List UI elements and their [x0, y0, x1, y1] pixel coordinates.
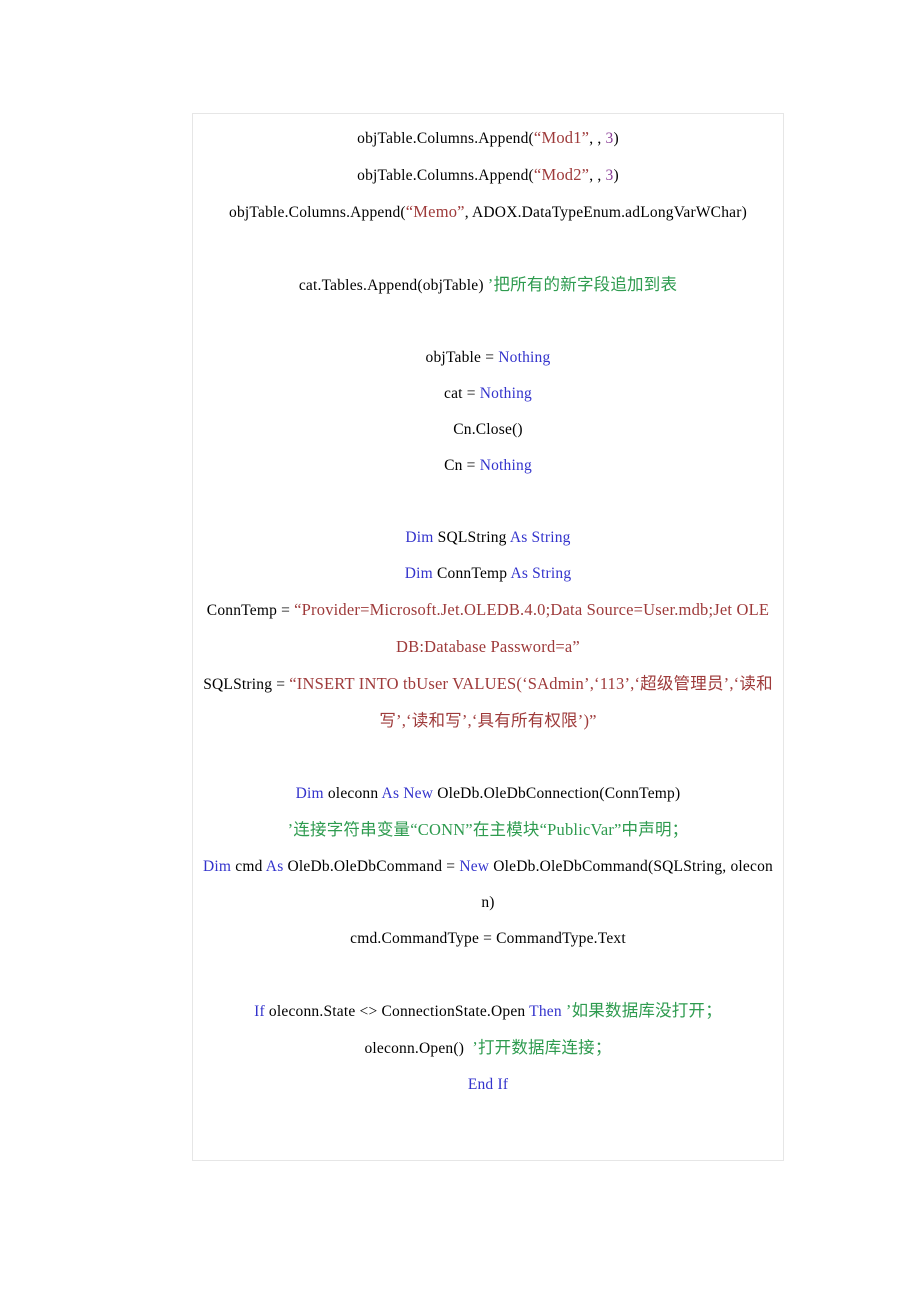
line-append-mod1: objTable.Columns.Append(“Mod1”, , 3): [201, 120, 775, 157]
code-token-plain: , ADOX.DataTypeEnum.adLongVarWChar): [464, 204, 747, 221]
code-token-plain: ): [613, 167, 619, 184]
code-token-plain: SQLString =: [203, 676, 290, 693]
code-token-plain: oleconn: [323, 785, 382, 802]
code-token-keyword: Nothing: [479, 457, 532, 474]
code-token-plain: objTable.Columns.Append(: [229, 204, 406, 221]
line-conntemp-assign: ConnTemp = “Provider=Microsoft.Jet.OLEDB…: [201, 592, 775, 666]
line-dim-cmd: Dim cmd As OleDb.OleDbCommand = New OleD…: [201, 849, 775, 921]
code-token-plain: Cn.Close(): [453, 421, 523, 438]
line-append-mod2: objTable.Columns.Append(“Mod2”, , 3): [201, 157, 775, 194]
code-token-keyword: Dim: [405, 529, 434, 546]
code-token-plain: OleDb.OleDbCommand =: [283, 858, 460, 875]
code-token-plain: cat =: [444, 385, 480, 402]
line-append-memo: objTable.Columns.Append(“Memo”, ADOX.Dat…: [201, 194, 775, 231]
code-token-keyword: New: [459, 858, 490, 875]
line-cn-close: Cn.Close(): [201, 412, 775, 448]
code-token-plain: objTable =: [425, 349, 499, 366]
code-token-plain: Cn =: [444, 457, 480, 474]
code-token-plain: oleconn.Open(): [364, 1040, 473, 1057]
code-token-keyword: Nothing: [479, 385, 532, 402]
code-token-string: “Provider=Microsoft.Jet.OLEDB.4.0;Data S…: [294, 600, 770, 656]
code-token-plain: SQLString: [433, 529, 510, 546]
code-token-keyword: Dim: [203, 858, 232, 875]
code-token-plain: cat.Tables.Append(objTable): [298, 277, 488, 294]
code-token-plain: ConnTemp =: [206, 602, 295, 619]
code-token-comment: ’如果数据库没打开；: [565, 1001, 722, 1020]
code-token-string: “Mod1”: [533, 128, 590, 147]
line-tables-append: cat.Tables.Append(objTable) ’把所有的新字段追加到表: [201, 267, 775, 304]
code-token-plain: ConnTemp: [432, 565, 511, 582]
code-token-plain: objTable.Columns.Append(: [357, 130, 534, 147]
line-dim-sqlstring: Dim SQLString As String: [201, 520, 775, 556]
line-sqlstring-assign: SQLString = “INSERT INTO tbUser VALUES(‘…: [201, 666, 775, 740]
code-token-keyword: Then: [529, 1003, 562, 1020]
code-token-plain: oleconn.State <> ConnectionState.Open: [264, 1003, 530, 1020]
code-token-plain: ): [613, 130, 619, 147]
line-dim-oleconn: Dim oleconn As New OleDb.OleDbConnection…: [201, 776, 775, 812]
code-token-keyword: Dim: [404, 565, 433, 582]
code-token-plain: , ,: [589, 167, 606, 184]
code-token-keyword: As New: [381, 785, 434, 802]
code-token-comment: ’连接字符串变量“CONN”在主模块“PublicVar”中声明；: [287, 820, 689, 839]
code-listing-body: objTable.Columns.Append(“Mod1”, , 3) objT…: [193, 114, 783, 1160]
code-token-keyword: Nothing: [498, 349, 551, 366]
line-dim-conntemp: Dim ConnTemp As String: [201, 556, 775, 592]
code-token-plain: OleDb.OleDbConnection(ConnTemp): [433, 785, 681, 802]
code-token-keyword: End If: [467, 1076, 509, 1093]
code-token-plain: OleDb.OleDbCommand(SQLString, oleconn): [481, 858, 773, 911]
code-token-string: “Mod2”: [533, 165, 590, 184]
code-token-comment: ’打开数据库连接；: [472, 1038, 612, 1057]
line-objtable-nothing: objTable = Nothing: [201, 340, 775, 376]
code-token-string: “INSERT INTO tbUser VALUES(‘SAdmin’,‘113…: [289, 674, 773, 730]
code-token-keyword: As String: [510, 565, 572, 582]
code-token-string: “Memo”: [405, 202, 465, 221]
document-page: objTable.Columns.Append(“Mod1”, , 3) objT…: [0, 0, 920, 1302]
code-token-keyword: Dim: [295, 785, 324, 802]
code-token-plain: , ,: [589, 130, 606, 147]
code-token-keyword: As String: [509, 529, 571, 546]
code-token-plain: cmd.CommandType = CommandType.Text: [350, 930, 626, 947]
line-cn-nothing: Cn = Nothing: [201, 448, 775, 484]
line-end-if: End If: [201, 1067, 775, 1103]
code-token-comment: ’把所有的新字段追加到表: [487, 275, 678, 294]
line-cmd-commandtype: cmd.CommandType = CommandType.Text: [201, 921, 775, 957]
line-if-state: If oleconn.State <> ConnectionState.Open…: [201, 993, 775, 1030]
code-token-keyword: As: [265, 858, 284, 875]
line-oleconn-open: oleconn.Open() ’打开数据库连接；: [201, 1030, 775, 1067]
code-token-keyword: If: [254, 1003, 265, 1020]
code-token-plain: cmd: [231, 858, 266, 875]
line-cat-nothing: cat = Nothing: [201, 376, 775, 412]
line-comment-conn: ’连接字符串变量“CONN”在主模块“PublicVar”中声明；: [201, 812, 775, 849]
code-token-plain: objTable.Columns.Append(: [357, 167, 534, 184]
code-listing-frame: objTable.Columns.Append(“Mod1”, , 3) objT…: [192, 113, 784, 1161]
